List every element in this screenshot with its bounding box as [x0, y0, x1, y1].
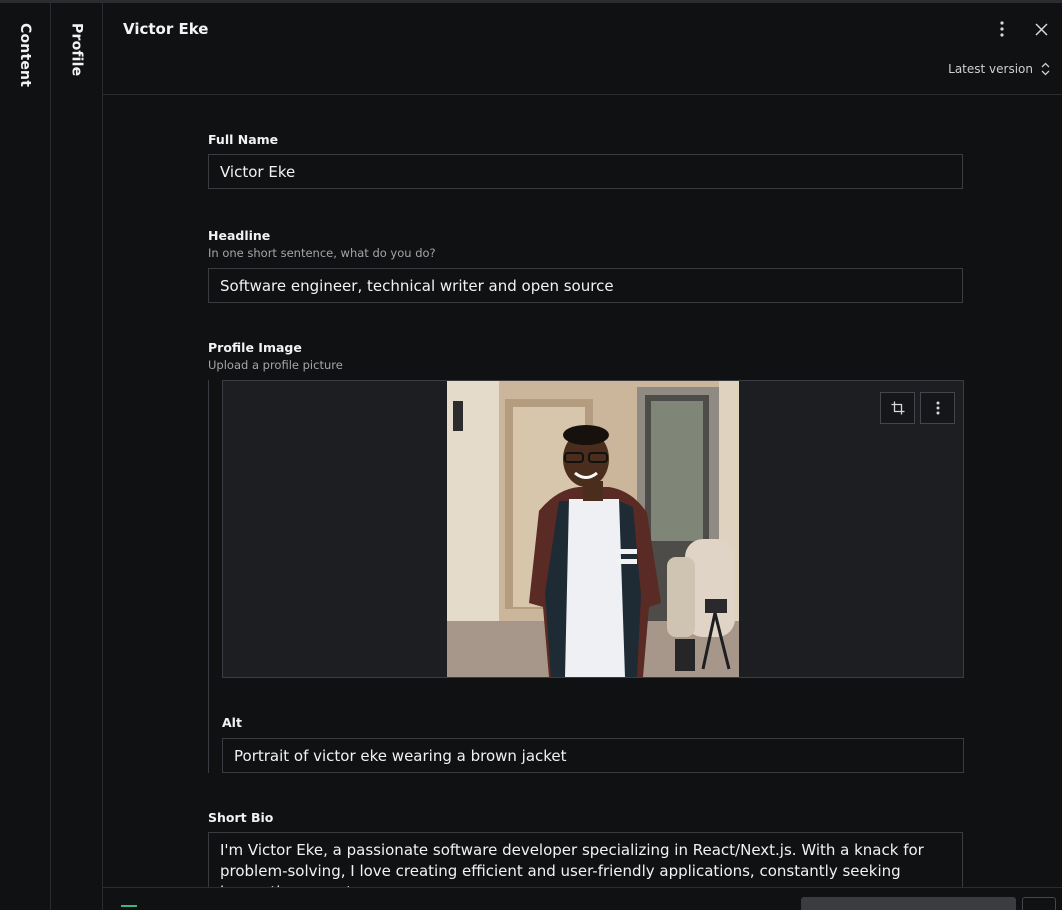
profile-form: Full Name Victor Eke Headline In one sho…: [103, 96, 1062, 887]
version-selector[interactable]: Latest version: [948, 62, 1050, 76]
headline-input[interactable]: Software engineer, technical writer and …: [208, 268, 963, 303]
publish-button[interactable]: [801, 897, 1016, 910]
full-name-field: Full Name Victor Eke: [208, 132, 963, 189]
full-name-label: Full Name: [208, 132, 279, 147]
profile-pane-tab[interactable]: Profile: [51, 3, 103, 910]
profile-image-field: Alt Portrait of victor eke wearing a bro…: [208, 380, 964, 773]
crop-icon: [891, 401, 904, 415]
content-pane-label: Content: [17, 23, 33, 88]
profile-image-heading: Profile Image Upload a profile picture: [208, 340, 963, 372]
document-footer: [103, 887, 1062, 910]
vertical-dots-icon: [1000, 21, 1004, 37]
short-bio-textarea[interactable]: I'm Victor Eke, a passionate software de…: [208, 832, 963, 887]
image-menu-button[interactable]: [920, 392, 955, 424]
more-actions-button[interactable]: [1022, 897, 1056, 910]
close-button[interactable]: [1028, 16, 1054, 42]
alt-label: Alt: [222, 715, 242, 730]
headline-description: In one short sentence, what do you do?: [208, 246, 436, 260]
content-pane-tab[interactable]: Content: [0, 3, 51, 910]
chevron-up-down-icon: [1041, 62, 1050, 76]
headline-field: Headline In one short sentence, what do …: [208, 228, 963, 303]
profile-image-label: Profile Image: [208, 340, 302, 355]
profile-image-description: Upload a profile picture: [208, 358, 343, 372]
vertical-dots-icon: [936, 401, 939, 415]
document-title: Victor Eke: [123, 20, 209, 38]
full-name-input[interactable]: Victor Eke: [208, 154, 963, 189]
crop-button[interactable]: [880, 392, 915, 424]
version-label: Latest version: [948, 62, 1033, 76]
document-header: Victor Eke Latest version: [103, 3, 1062, 95]
profile-photo: [447, 381, 739, 677]
short-bio-field: Short Bio I'm Victor Eke, a passionate s…: [208, 810, 963, 887]
headline-label: Headline: [208, 228, 271, 243]
document-menu-button[interactable]: [989, 16, 1015, 42]
short-bio-label: Short Bio: [208, 810, 274, 825]
close-icon: [1034, 22, 1048, 36]
alt-input[interactable]: Portrait of victor eke wearing a brown j…: [222, 738, 964, 773]
image-preview[interactable]: [222, 380, 964, 678]
status-icon: [121, 905, 137, 910]
profile-pane-label: Profile: [68, 23, 85, 77]
